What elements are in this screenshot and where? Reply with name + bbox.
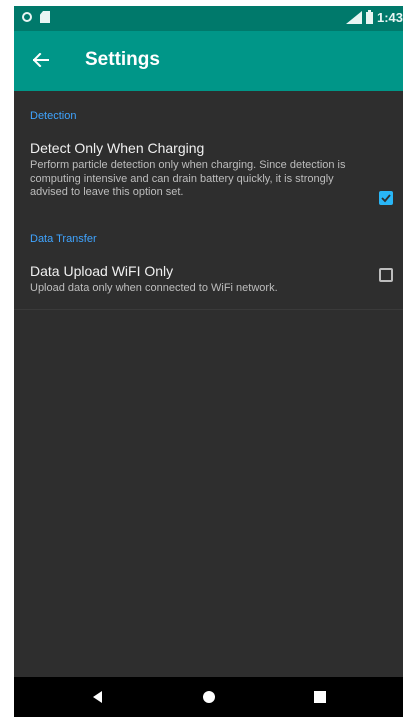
divider [14,309,403,310]
pref-title: Data Upload WiFI Only [30,262,174,279]
recents-square-icon [314,691,326,703]
battery-icon [365,9,373,24]
signal-icon [345,11,362,24]
nav-back-button[interactable] [78,677,118,717]
status-time: 1:43 [376,10,403,25]
category-detection: Detection [30,110,77,122]
pref-title: Detect Only When Charging [30,140,205,156]
page-title: Settings [85,49,160,70]
home-circle-icon [203,691,215,703]
detect-charging-checkbox[interactable] [379,191,393,205]
pref-summary: Perform particle detection only when cha… [30,159,346,198]
back-triangle-icon [93,691,102,703]
status-left-icons [22,11,50,23]
pref-summary: Upload data only when connected to WiFi … [30,281,278,294]
nav-recents-button[interactable] [300,677,340,717]
arrow-left-icon [33,53,49,67]
sd-card-icon [40,11,50,23]
phone-screen: 1:43 Settings Detection Detect Only When… [14,6,403,717]
status-right-icons: 1:43 [345,9,403,25]
category-data-transfer: Data Transfer [30,232,97,245]
settings-list: Detection Detect Only When Charging Perf… [14,91,403,310]
back-button[interactable] [26,45,56,75]
wifi-only-checkbox[interactable] [379,267,393,282]
pref-data-upload-wifi-only[interactable]: Data Upload WiFI Only Upload data only w… [14,254,403,310]
status-bar: 1:43 [14,6,403,31]
toolbar: Settings [14,31,403,91]
pref-detect-only-when-charging[interactable]: Detect Only When Charging Perform partic… [14,131,403,214]
nav-home-button[interactable] [189,677,229,717]
checkmark-icon [381,194,391,203]
navigation-bar [14,677,403,717]
notification-circle-icon [22,12,32,22]
